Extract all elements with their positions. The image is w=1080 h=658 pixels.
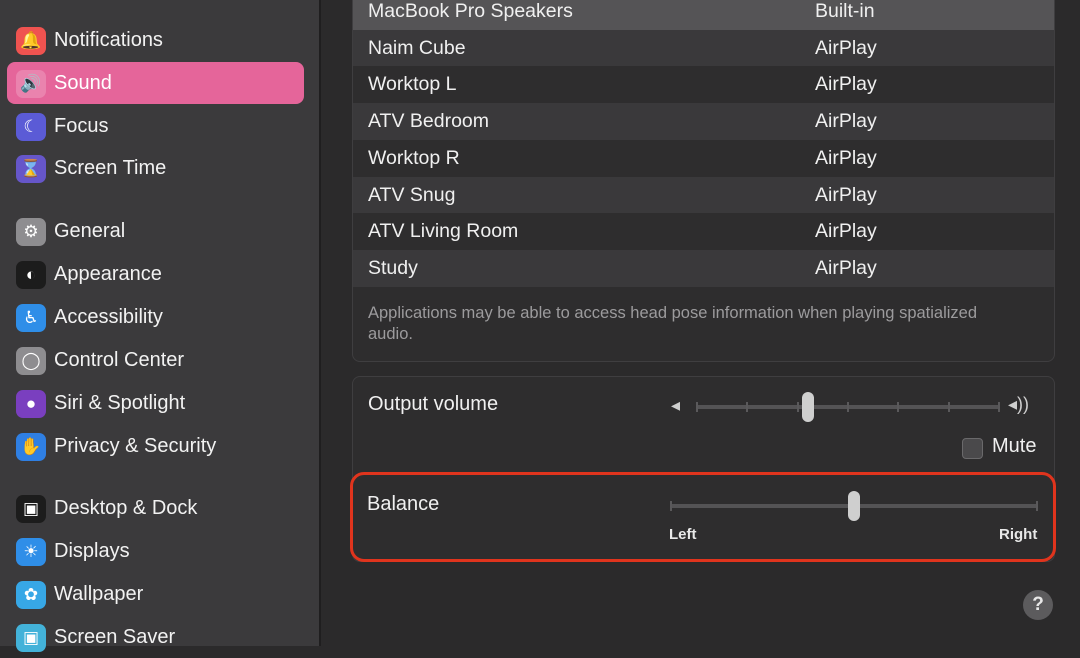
volume-tick: [696, 402, 698, 412]
sidebar-item-label: Screen Saver: [54, 626, 176, 648]
device-row[interactable]: MacBook Pro Speakers Built-in: [353, 0, 1054, 30]
device-type: AirPlay: [815, 73, 877, 96]
sidebar-item-control-center[interactable]: ◯ Control Center: [7, 339, 304, 381]
device-row[interactable]: ATV Living Room AirPlay: [353, 213, 1054, 250]
sidebar-item-label: Siri & Spotlight: [54, 392, 186, 414]
device-name: Worktop L: [368, 73, 457, 96]
balance-tick: [670, 501, 672, 511]
sun-icon: ☀: [16, 538, 46, 566]
device-type: AirPlay: [815, 256, 877, 279]
mute-checkbox[interactable]: [962, 438, 983, 459]
sidebar-item-label: Appearance: [54, 263, 162, 285]
device-name: ATV Living Room: [368, 220, 519, 243]
device-row[interactable]: Study AirPlay: [353, 249, 1054, 287]
output-device-list: Study AirPlay ATV Living Room AirPlay ATV Sn…: [352, 0, 1055, 362]
sidebar-item-label: Privacy & Security: [54, 435, 217, 457]
device-type: Built-in: [815, 0, 875, 22]
device-name: Worktop R: [368, 146, 460, 169]
output-volume-slider[interactable]: [696, 392, 1000, 422]
volume-tick: [847, 402, 849, 412]
screensaver-icon: ▣: [16, 624, 46, 652]
toggles-icon: ◯: [16, 347, 46, 375]
speaker-low-icon: ◂: [671, 395, 681, 415]
device-name: ATV Bedroom: [368, 110, 490, 133]
sidebar-item-wallpaper[interactable]: ✿ Wallpaper: [7, 573, 304, 615]
sidebar-item-label: Desktop & Dock: [54, 497, 198, 519]
bell-icon: 🔔: [16, 27, 46, 55]
device-type: AirPlay: [815, 146, 877, 169]
speaker-high-icon: ◂)): [1008, 394, 1030, 414]
device-name: ATV Snug: [368, 183, 456, 206]
device-row[interactable]: Worktop L AirPlay: [353, 66, 1054, 103]
spatial-audio-note: Applications may be able to access head …: [368, 304, 978, 343]
device-type: AirPlay: [815, 110, 877, 133]
balance-left-label: Left: [669, 526, 697, 543]
volume-tick: [897, 402, 900, 412]
help-button[interactable]: ?: [1023, 590, 1053, 620]
balance-right-label: Right: [999, 526, 1038, 543]
volume-tick: [746, 402, 749, 412]
balance-slider[interactable]: [670, 491, 1038, 521]
sidebar-item-label: Accessibility: [54, 306, 163, 328]
sidebar-item-appearance[interactable]: ◐ Appearance: [7, 253, 304, 295]
device-row[interactable]: Naim Cube AirPlay: [353, 29, 1054, 67]
gear-icon: ⚙: [16, 218, 46, 246]
appearance-icon: ◐: [16, 261, 46, 289]
device-name: Study: [368, 256, 418, 279]
volume-tick: [796, 402, 799, 412]
volume-slider-thumb[interactable]: [802, 392, 815, 422]
balance-slider-thumb[interactable]: [848, 491, 860, 521]
sidebar-item-sound[interactable]: 🔊 Sound: [7, 62, 304, 104]
sidebar-item-displays[interactable]: ☀ Displays: [7, 530, 304, 572]
device-type: AirPlay: [815, 36, 877, 59]
sidebar-item-siri-spotlight[interactable]: ● Siri & Spotlight: [7, 382, 304, 424]
hourglass-icon: ⌛: [16, 155, 46, 183]
device-name: Naim Cube: [368, 36, 466, 59]
sidebar-item-accessibility[interactable]: ♿ Accessibility: [7, 296, 304, 338]
balance-tick: [1036, 501, 1038, 511]
device-type: AirPlay: [815, 220, 877, 243]
device-row[interactable]: Worktop R AirPlay: [353, 140, 1054, 177]
sidebar-item-desktop-dock[interactable]: ▣ Desktop & Dock: [7, 487, 304, 529]
sidebar-item-focus[interactable]: ☾ Focus: [7, 105, 304, 147]
sidebar-item-label: Control Center: [54, 349, 185, 371]
sidebar-item-label: General: [54, 220, 126, 242]
sidebar: 🔔 Notifications 🔊 Sound ☾ Focus ⌛ Screen Time ⚙ G…: [0, 0, 321, 652]
sidebar-item-label: Screen Time: [54, 157, 167, 179]
accessibility-icon: ♿: [16, 304, 46, 332]
device-type: AirPlay: [815, 183, 877, 206]
flower-icon: ✿: [16, 581, 46, 609]
device-name: MacBook Pro Speakers: [368, 0, 573, 22]
dock-icon: ▣: [16, 495, 46, 523]
output-volume-label: Output volume: [368, 393, 499, 415]
moon-icon: ☾: [16, 113, 46, 141]
sidebar-item-privacy-security[interactable]: ✋ Privacy & Security: [7, 425, 304, 467]
sidebar-item-label: Displays: [54, 540, 130, 562]
sidebar-item-label: Notifications: [54, 29, 163, 51]
mute-label: Mute: [992, 435, 1037, 457]
sidebar-item-label: Focus: [54, 115, 109, 137]
sidebar-item-label: Sound: [54, 72, 112, 94]
device-row[interactable]: ATV Bedroom AirPlay: [353, 103, 1054, 140]
balance-highlight: [350, 472, 1056, 562]
sidebar-item-screen-saver[interactable]: ▣ Screen Saver: [7, 616, 304, 658]
sidebar-item-general[interactable]: ⚙ General: [7, 210, 304, 252]
sidebar-item-notifications[interactable]: 🔔 Notifications: [7, 19, 304, 61]
speaker-icon: 🔊: [16, 70, 46, 98]
volume-tick: [947, 402, 950, 412]
siri-icon: ●: [16, 390, 46, 418]
volume-tick: [998, 402, 1000, 412]
balance-label: Balance: [367, 493, 440, 515]
hand-icon: ✋: [16, 433, 46, 461]
sidebar-item-label: Wallpaper: [54, 583, 144, 605]
device-row[interactable]: ATV Snug AirPlay: [353, 176, 1054, 214]
sidebar-item-screen-time[interactable]: ⌛ Screen Time: [7, 147, 304, 189]
